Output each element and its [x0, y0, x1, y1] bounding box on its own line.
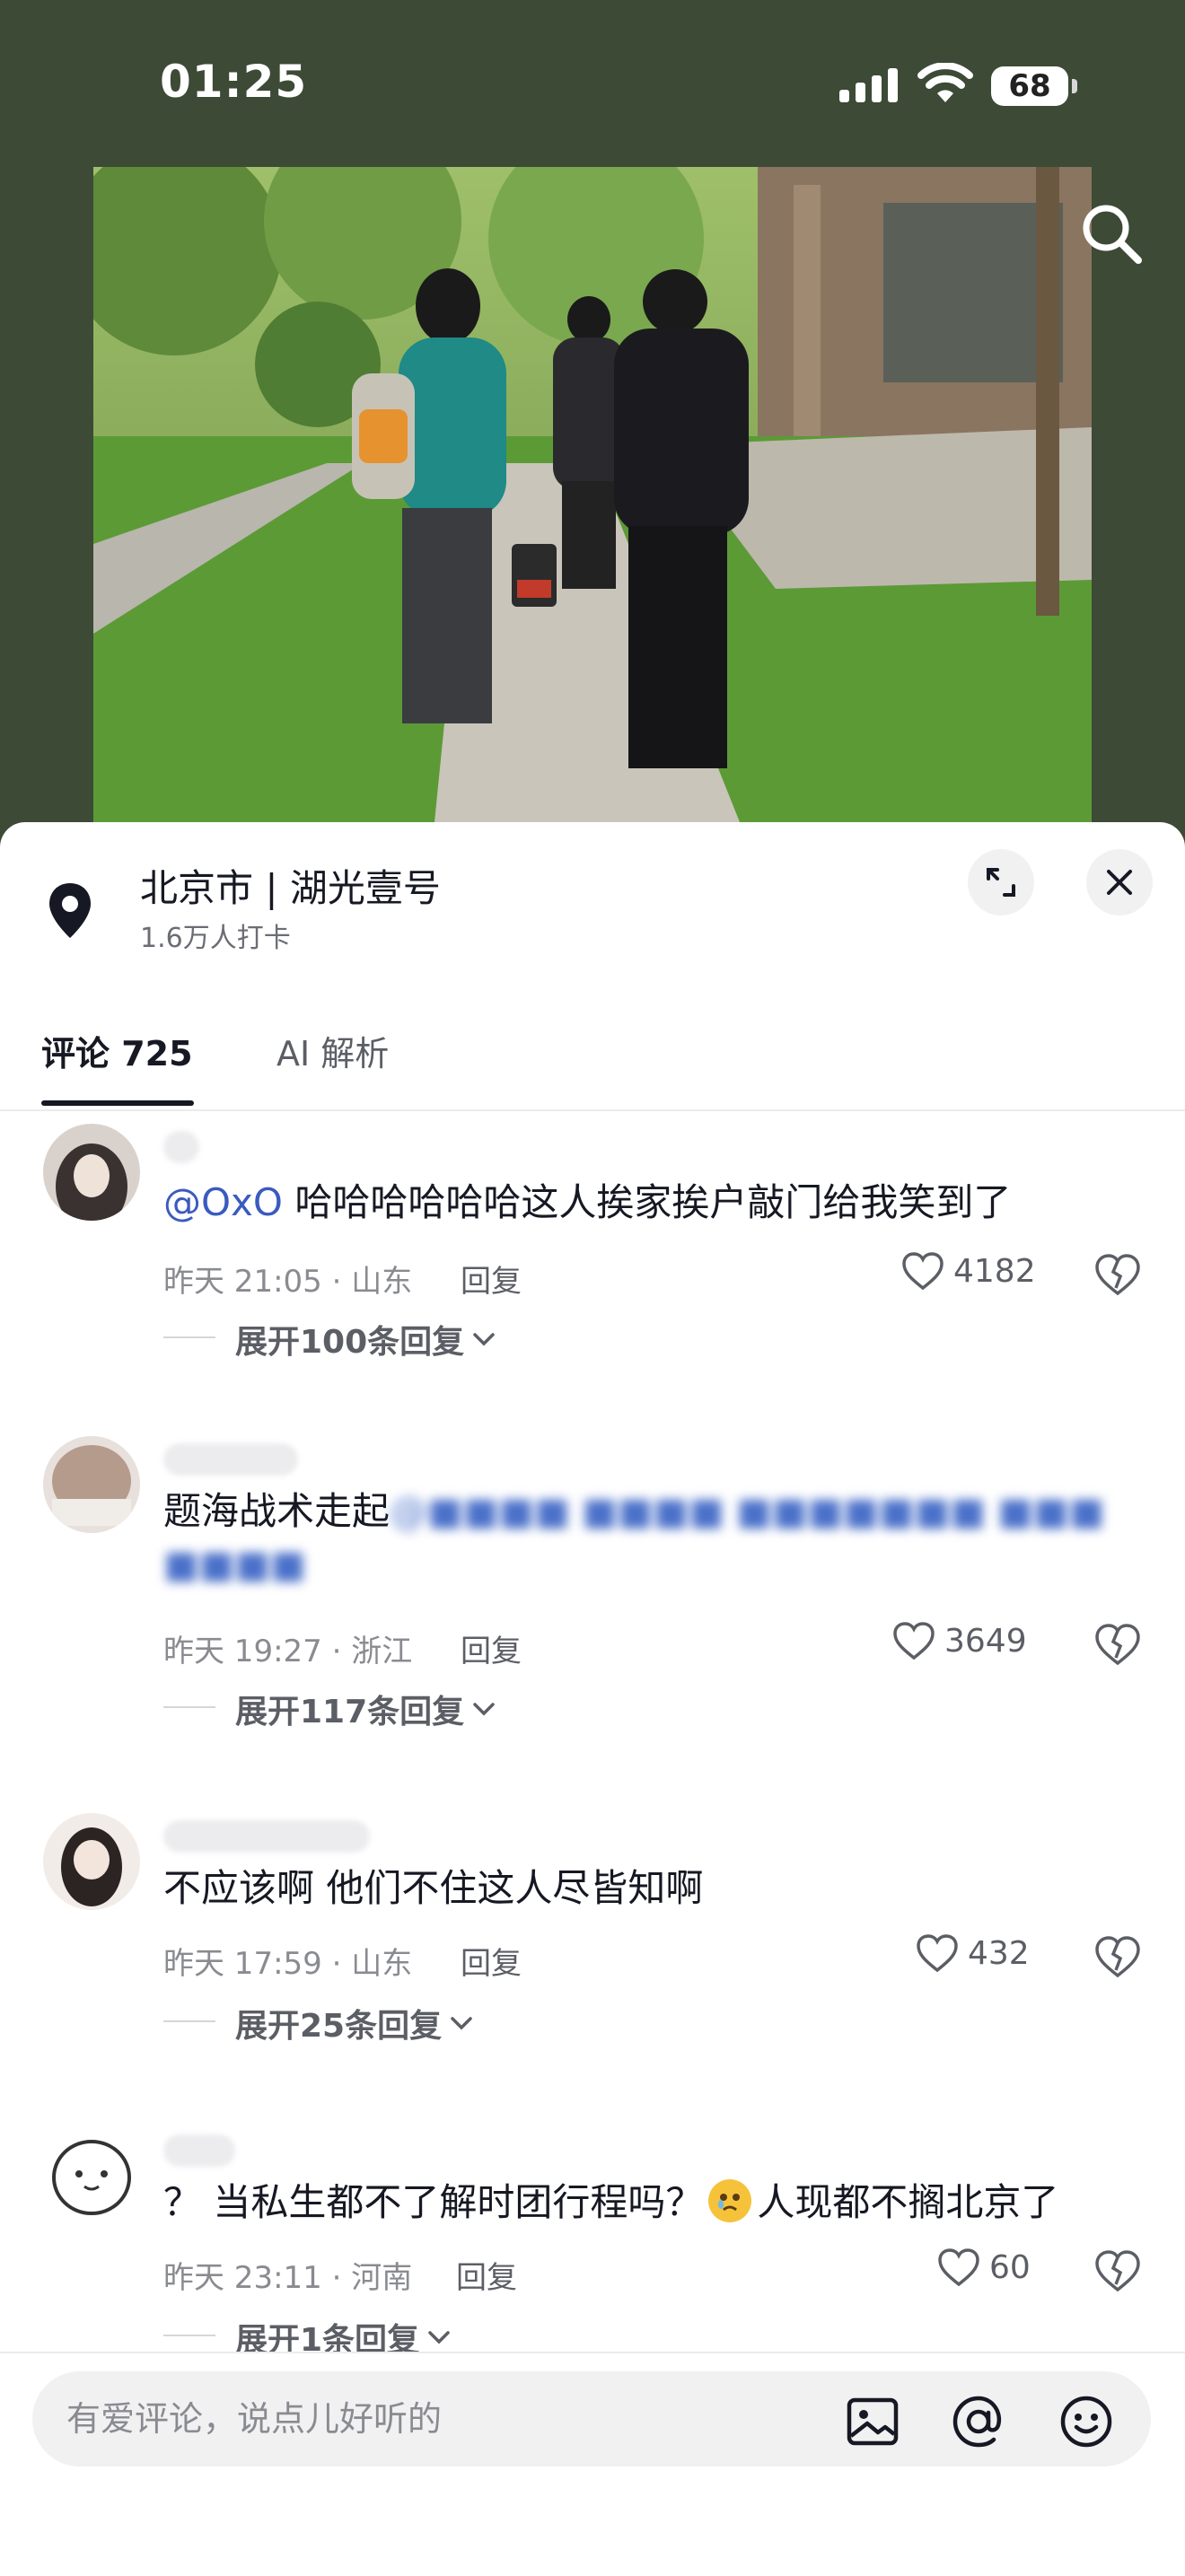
comment-input-bar — [0, 2352, 1185, 2576]
crying-emoji-icon — [708, 2179, 752, 2222]
comment-text-line2-blurred: ■■■■ — [163, 1542, 306, 1586]
post-photo[interactable] — [93, 167, 1092, 822]
location-title[interactable]: 北京市 | 湖光壹号 — [140, 858, 441, 913]
street-scene-image — [93, 167, 1092, 822]
like-count: 60 — [989, 2248, 1031, 2286]
avatar[interactable] — [43, 2127, 140, 2224]
username-blurred — [163, 1443, 298, 1476]
chevron-down-icon — [473, 1703, 495, 1716]
like-count: 3649 — [944, 1622, 1027, 1660]
expand-replies-button[interactable]: 展开100条回复 — [163, 1316, 496, 1362]
like-count: 4182 — [953, 1252, 1036, 1290]
dislike-icon[interactable] — [1093, 1934, 1142, 1979]
location-checkin-count: 1.6万人打卡 — [140, 923, 291, 954]
comments-sheet: 北京市 | 湖光壹号 1.6万人打卡 评论 725 AI 解析 @OxO 哈哈哈… — [0, 822, 1185, 2574]
mention-link[interactable]: @OxO — [163, 1180, 283, 1224]
cellular-signal-icon — [839, 68, 898, 102]
dislike-icon[interactable] — [1093, 1252, 1142, 1297]
expand-replies-button[interactable]: 展开117条回复 — [163, 1686, 496, 1732]
dislike-icon[interactable] — [1093, 2248, 1142, 2293]
reply-button[interactable]: 回复 — [456, 2253, 517, 2297]
heart-icon — [893, 1622, 935, 1660]
wifi-icon — [917, 63, 973, 102]
expand-replies-button[interactable]: 展开25条回复 — [163, 2000, 474, 2046]
image-icon[interactable] — [844, 2393, 901, 2450]
status-bar: 01:25 68 — [0, 0, 1185, 171]
avatar[interactable] — [43, 1124, 140, 1221]
battery-indicator: 68 — [991, 66, 1077, 106]
chevron-down-icon — [428, 2331, 450, 2344]
comment-text: 题海战术走起@■■■■ ■■■■ ■■■■■■■ ■■■ — [163, 1489, 1105, 1533]
avatar[interactable] — [43, 1813, 140, 1910]
emoji-icon[interactable] — [1058, 2393, 1115, 2450]
like-count: 432 — [968, 1934, 1030, 1972]
reply-button[interactable]: 回复 — [461, 1626, 522, 1670]
blurred-mention: @■■■■ ■■■■ ■■■■■■■ ■■■ — [390, 1489, 1105, 1533]
username-blurred — [163, 2134, 235, 2167]
reply-button[interactable]: 回复 — [461, 1257, 522, 1301]
sheet-tabs: 评论 725 AI 解析 — [0, 1002, 1185, 1111]
status-time: 01:25 — [160, 56, 308, 108]
like-button[interactable]: 3649 — [892, 1621, 1027, 1660]
comment-text: @OxO 哈哈哈哈哈哈这人挨家挨户敲门给我笑到了 — [163, 1180, 1012, 1224]
avatar[interactable] — [43, 1436, 140, 1533]
reply-button[interactable]: 回复 — [461, 1939, 522, 1983]
tab-ai-analysis[interactable]: AI 解析 — [276, 1002, 389, 1106]
search-icon[interactable] — [1074, 196, 1149, 271]
comment-meta: 昨天 23:11 · 河南 — [163, 2260, 413, 2296]
username-blurred — [163, 1131, 199, 1163]
active-tab-indicator — [41, 1100, 194, 1106]
comment-text: 不应该啊 他们不住这人尽皆知啊 — [163, 1866, 704, 1910]
close-icon — [1107, 870, 1132, 895]
like-button[interactable]: 60 — [937, 2247, 1031, 2287]
username-blurred — [163, 1820, 370, 1853]
comment-meta: 昨天 17:59 · 山东 — [163, 1946, 413, 1982]
expand-icon — [987, 868, 1015, 897]
heart-icon — [938, 2248, 979, 2287]
comment-text: ？ 当私生都不了解时团行程吗？ 人现都不搁北京了 — [163, 2179, 1059, 2224]
heart-icon — [902, 1252, 944, 1291]
location-pin-icon — [49, 883, 91, 938]
like-button[interactable]: 4182 — [901, 1251, 1036, 1291]
comment-meta: 昨天 19:27 · 浙江 — [163, 1634, 413, 1669]
at-mention-icon[interactable] — [950, 2393, 1007, 2450]
heart-icon — [917, 1934, 958, 1973]
dislike-icon[interactable] — [1093, 1622, 1142, 1667]
tab-comments[interactable]: 评论 725 — [41, 1002, 193, 1106]
chevron-down-icon — [473, 1333, 495, 1346]
chevron-down-icon — [451, 2017, 472, 2030]
comment-meta: 昨天 21:05 · 山东 — [163, 1264, 413, 1300]
like-button[interactable]: 432 — [916, 1933, 1030, 1973]
close-button[interactable] — [1086, 849, 1153, 916]
fullscreen-button[interactable] — [968, 849, 1034, 916]
